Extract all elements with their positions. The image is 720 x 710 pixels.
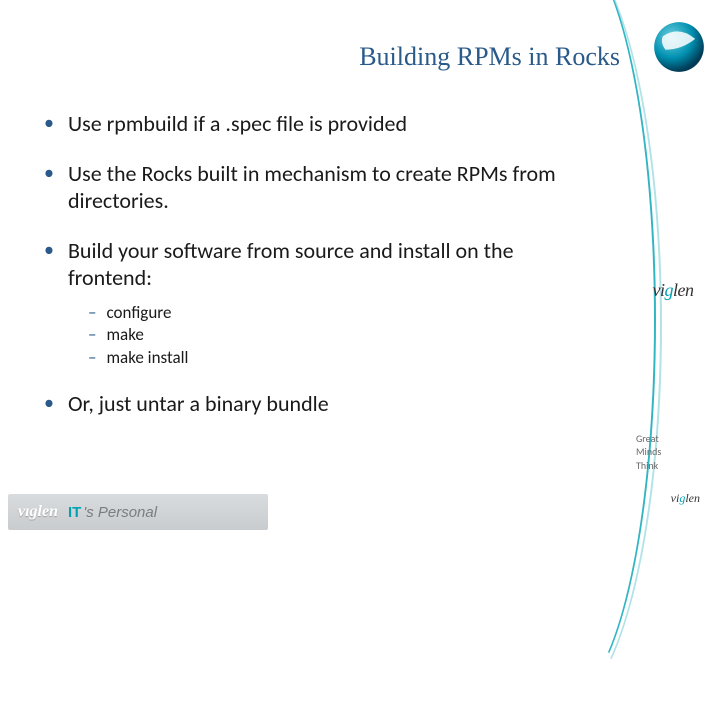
bullet-icon: • bbox=[44, 110, 54, 136]
brand-mark: viglen bbox=[636, 280, 710, 301]
subitem-text: make bbox=[106, 324, 143, 347]
brand-wordmark: viglen bbox=[653, 280, 694, 300]
bullet-icon: • bbox=[44, 237, 54, 263]
tagline-line: Think bbox=[636, 459, 710, 473]
slide: Building RPMs in Rocks • Use rpmbuild if… bbox=[0, 0, 720, 540]
subitem-text: make install bbox=[106, 347, 188, 370]
subitem-text: configure bbox=[106, 302, 171, 325]
tagline-line: Minds bbox=[636, 445, 710, 459]
dash-icon: – bbox=[88, 302, 96, 325]
bullet-icon: • bbox=[44, 160, 54, 186]
bullet-icon: • bbox=[44, 390, 54, 416]
footer-tagline: IT's Personal bbox=[68, 504, 157, 521]
mini-brand-mark: viglen bbox=[671, 491, 700, 506]
tagline-block: Great Minds Think bbox=[636, 432, 710, 473]
footer-bar: vıglen IT's Personal bbox=[8, 494, 268, 530]
globe-logo-icon bbox=[652, 20, 706, 74]
footer-brand: vıglen bbox=[18, 503, 58, 521]
decorative-curve bbox=[462, 0, 662, 710]
dash-icon: – bbox=[88, 347, 96, 370]
tagline-line: Great bbox=[636, 432, 710, 446]
dash-icon: – bbox=[88, 324, 96, 347]
